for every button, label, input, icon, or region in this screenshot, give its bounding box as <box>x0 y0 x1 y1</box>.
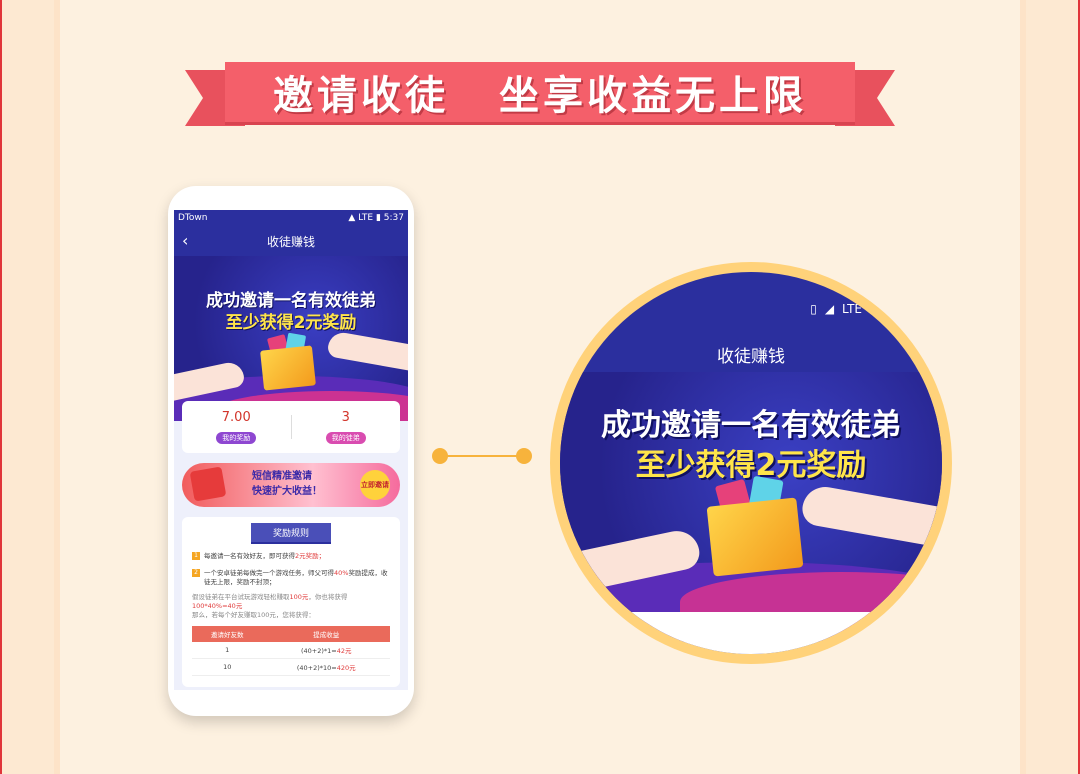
nav-bar: ‹ 收徒赚钱 <box>174 226 408 256</box>
rule-text: 一个安卓徒弟每做完一个游戏任务，师父可得40%奖励提成，收徒无上限，奖励不封顶； <box>204 569 390 587</box>
title-banner: 邀请收徒 坐享收益无上限 <box>185 62 895 126</box>
rules-note: 假设徒弟在平台试玩游戏轻松赚取100元，你也将获得 100*40%=40元 那么… <box>182 593 400 620</box>
rule-number: 2 <box>192 569 200 577</box>
rule-text-main: 一个安卓徒弟每做完一个游戏任务，师父可得 <box>204 569 334 577</box>
zoom-inner: ▯ ◢ LTE 收徒赚钱 成功邀请一名有效徒弟 至少获得2元奖励 <box>560 272 942 654</box>
rule-item: 1 每邀请一名有效好友，即可获得2元奖励； <box>182 552 400 561</box>
signal-icon: ◢ <box>824 302 835 316</box>
stats-card: 7.00 我的奖励 3 我的徒弟 <box>182 401 400 453</box>
table-row: 1 (40+2)*1=42元 <box>192 642 390 659</box>
phone-screen: DTown ▲ LTE ▮ 5:37 ‹ 收徒赚钱 成功邀请一名有效徒弟 至少获… <box>174 210 408 690</box>
envelope-icon <box>189 466 227 502</box>
zoom-circle: ▯ ◢ LTE 收徒赚钱 成功邀请一名有效徒弟 至少获得2元奖励 <box>550 262 952 664</box>
table-cell: (40+2)*1=42元 <box>262 642 390 659</box>
page-title: 收徒赚钱 <box>266 234 315 249</box>
rule-text-highlight: 2元奖励； <box>295 552 326 560</box>
table-cell: 10 <box>192 658 263 676</box>
zoom-bottom-card <box>560 612 942 654</box>
banner-text-left: 邀请收徒 <box>273 73 449 119</box>
promo-line-1: 短信精准邀请 <box>252 471 312 482</box>
rule-item: 2 一个安卓徒弟每做完一个游戏任务，师父可得40%奖励提成，收徒无上限，奖励不封… <box>182 569 400 587</box>
status-bar: DTown ▲ LTE ▮ 5:37 <box>174 210 408 226</box>
zoom-network-label: LTE <box>842 302 862 316</box>
frame-right <box>1020 0 1080 774</box>
note-2-red: 100*40%=40元 <box>192 602 243 610</box>
promo-line-2: 快速扩大收益！ <box>252 486 322 497</box>
back-icon[interactable]: ‹ <box>182 231 188 250</box>
table-cell: 1 <box>192 642 263 659</box>
stat-disciples-value: 3 <box>341 410 350 425</box>
gift-box <box>260 345 316 391</box>
table-row: 10 (40+2)*10=420元 <box>192 658 390 676</box>
connector-dot-right <box>516 448 532 464</box>
hero-line-2: 至少获得2元奖励 <box>225 313 357 333</box>
note-3: 那么，若每个好友赚取100元，您将获得： <box>192 611 315 619</box>
frame-left <box>0 0 60 774</box>
stat-disciples[interactable]: 3 我的徒弟 <box>292 410 401 444</box>
banner-main: 邀请收徒 坐享收益无上限 <box>225 62 855 122</box>
table-header-row: 邀请好友数 提成收益 <box>192 626 390 642</box>
hero-banner: 成功邀请一名有效徒弟 至少获得2元奖励 <box>174 256 408 421</box>
zoom-hero-line-1: 成功邀请一名有效徒弟 <box>601 408 901 443</box>
rule-number: 1 <box>192 552 200 560</box>
rule-text-highlight: 40% <box>334 569 349 577</box>
zoom-gift-box <box>706 497 804 577</box>
zoom-connector <box>432 448 532 464</box>
rule-text: 每邀请一名有效好友，即可获得2元奖励； <box>204 552 325 561</box>
zoom-title: 收徒赚钱 <box>717 347 785 367</box>
stat-reward[interactable]: 7.00 我的奖励 <box>182 410 291 444</box>
network-label: LTE <box>358 213 374 223</box>
signal-icon: ▲ <box>348 213 356 223</box>
connector-dot-left <box>432 448 448 464</box>
rules-card: 奖励规则 1 每邀请一名有效好友，即可获得2元奖励； 2 一个安卓徒弟每做完一个… <box>182 517 400 687</box>
connector-line <box>438 455 526 457</box>
zoom-status: ▯ ◢ LTE <box>810 302 862 316</box>
banner-text-right: 坐享收益无上限 <box>499 73 807 119</box>
formula-value: 420元 <box>336 664 356 672</box>
stat-disciples-label: 我的徒弟 <box>325 432 366 444</box>
promo-text: 短信精准邀请 快速扩大收益！ <box>252 469 322 499</box>
rule-text-main: 每邀请一名有效好友，即可获得 <box>204 552 295 560</box>
carrier-label: DTown <box>178 213 208 223</box>
stat-reward-value: 7.00 <box>221 410 251 425</box>
note-1-b: ，你也将获得 <box>308 593 348 601</box>
invite-now-button[interactable]: 立即邀请 <box>360 470 390 500</box>
formula: (40+2)*1= <box>300 647 337 655</box>
hand-right <box>326 330 408 372</box>
status-right: ▲ LTE ▮ 5:37 <box>348 213 404 223</box>
vibrate-icon: ▯ <box>810 302 817 316</box>
battery-icon: ▮ <box>375 213 381 223</box>
table-cell: (40+2)*10=420元 <box>262 658 390 676</box>
zoom-hero-line-2: 至少获得2元奖励 <box>635 448 867 483</box>
time-label: 5:37 <box>383 213 404 223</box>
sms-invite-banner[interactable]: 短信精准邀请 快速扩大收益！ 立即邀请 <box>182 463 400 507</box>
formula-value: 42元 <box>336 647 352 655</box>
stat-reward-label: 我的奖励 <box>216 432 257 444</box>
formula: (40+2)*10= <box>296 664 337 672</box>
note-1-red: 100元 <box>289 593 309 601</box>
note-1: 假设徒弟在平台试玩游戏轻松赚取 <box>192 593 290 601</box>
table-header: 提成收益 <box>262 626 390 642</box>
earnings-table: 邀请好友数 提成收益 1 (40+2)*1=42元 10 (40+2)*10=4… <box>192 626 390 676</box>
rules-title: 奖励规则 <box>251 523 331 544</box>
table-header: 邀请好友数 <box>192 626 263 642</box>
